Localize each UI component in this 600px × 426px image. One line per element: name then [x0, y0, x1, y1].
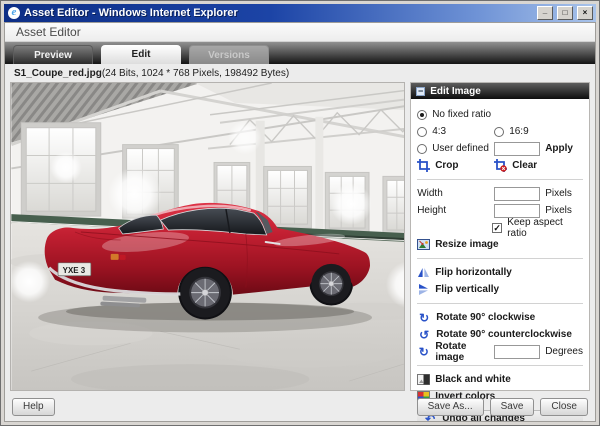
resize-image-icon [417, 238, 430, 251]
tab-versions: Versions [189, 45, 269, 64]
app-header: Asset Editor [5, 23, 595, 42]
tab-bar: Preview Edit Versions [5, 42, 595, 64]
asset-photo-illustration: YXE 3 [11, 83, 405, 390]
degrees-label: Degrees [545, 346, 583, 357]
file-info-bar: S1_Coupe_red.jpg (24 Bits, 1024 * 768 Pi… [5, 64, 595, 82]
flip-vertical-row: Flip vertically [417, 281, 583, 298]
ratio-row-user-defined: User defined Apply [417, 140, 583, 157]
asset-photo: YXE 3 [10, 82, 405, 391]
rotate-ccw-button[interactable]: ↺ Rotate 90° counterclockwise [417, 329, 572, 341]
help-button[interactable]: Help [12, 398, 55, 416]
rotate-image-icon: ↻ [417, 346, 430, 358]
file-name: S1_Coupe_red.jpg [14, 68, 102, 79]
tab-edit[interactable]: Edit [101, 45, 181, 64]
edit-image-panel: − Edit Image No fixed ratio 4:3 [410, 82, 590, 391]
ie-logo-icon: e [8, 7, 20, 19]
crop-button[interactable]: Crop [417, 159, 458, 172]
resize-image-button[interactable]: Resize image [417, 238, 498, 251]
keep-aspect-checkbox[interactable]: ✓ [492, 223, 502, 233]
file-details: (24 Bits, 1024 * 768 Pixels, 198492 Byte… [102, 68, 289, 79]
collapse-icon[interactable]: − [416, 87, 425, 96]
radio-user-defined[interactable] [417, 144, 427, 154]
flip-horizontal-icon [417, 266, 430, 279]
radio-no-fixed-ratio[interactable] [417, 110, 427, 120]
keep-aspect-row: ✓ Keep aspect ratio [417, 219, 583, 236]
height-unit-label: Pixels [545, 205, 572, 216]
maximize-button[interactable]: □ [557, 6, 573, 20]
rotate-image-row: ↻ Rotate image Degrees [417, 343, 583, 360]
divider [417, 303, 583, 304]
content-area: YXE 3 [5, 82, 595, 391]
edit-image-panel-body: No fixed ratio 4:3 16:9 User defin [411, 99, 589, 422]
rotate-cw-icon: ↻ [417, 312, 431, 324]
divider [417, 365, 583, 366]
minimize-button[interactable]: _ [537, 6, 553, 20]
flip-horizontal-row: Flip horizontally [417, 264, 583, 281]
app-window: e Asset Editor - Windows Internet Explor… [0, 0, 600, 426]
clear-button[interactable]: Clear [494, 159, 537, 172]
rear-wheel [180, 268, 230, 318]
divider [417, 179, 583, 180]
divider [417, 258, 583, 259]
window-title: Asset Editor - Windows Internet Explorer [24, 7, 533, 19]
black-white-icon [417, 373, 430, 386]
panel-title: Edit Image [430, 86, 481, 97]
radio-16-9-label[interactable]: 16:9 [509, 126, 528, 137]
close-window-button[interactable]: × [577, 6, 593, 20]
black-white-button[interactable]: Black and white [417, 373, 511, 386]
rotate-cw-row: ↻ Rotate 90° clockwise [417, 309, 583, 326]
rotate-degrees-input[interactable] [494, 345, 540, 359]
page-title: Asset Editor [16, 25, 81, 39]
width-input[interactable] [494, 187, 540, 201]
crop-row: Crop Clear [417, 157, 583, 174]
crop-icon [417, 159, 430, 172]
flip-vertical-button[interactable]: Flip vertically [417, 283, 499, 296]
save-as-button[interactable]: Save As... [417, 398, 484, 416]
radio-4-3[interactable] [417, 127, 427, 137]
rotate-cw-button[interactable]: ↻ Rotate 90° clockwise [417, 312, 535, 324]
radio-16-9[interactable] [494, 127, 504, 137]
width-row: Width Pixels [417, 185, 583, 202]
ratio-row-presets: 4:3 16:9 [417, 123, 583, 140]
titlebar[interactable]: e Asset Editor - Windows Internet Explor… [4, 4, 596, 22]
radio-4-3-label[interactable]: 4:3 [432, 126, 446, 137]
height-input[interactable] [494, 204, 540, 218]
front-wheel [311, 264, 351, 304]
black-white-row: Black and white [417, 371, 583, 388]
flip-horizontal-button[interactable]: Flip horizontally [417, 266, 512, 279]
width-label: Width [417, 188, 494, 199]
app-frame: Asset Editor Preview Edit Versions S1_Co… [4, 22, 596, 422]
radio-no-fixed-ratio-label[interactable]: No fixed ratio [432, 109, 491, 120]
tab-preview[interactable]: Preview [13, 45, 93, 64]
footer-bar: Help Save As... Save Close [5, 391, 595, 422]
radio-user-defined-label[interactable]: User defined [432, 143, 489, 154]
license-plate-text: YXE 3 [63, 266, 86, 275]
apply-button[interactable]: Apply [545, 143, 573, 154]
resize-row: Resize image [417, 236, 583, 253]
save-button[interactable]: Save [490, 398, 535, 416]
close-button[interactable]: Close [540, 398, 588, 416]
clear-crop-icon [494, 159, 507, 172]
rotate-image-button[interactable]: ↻ Rotate image [417, 341, 494, 363]
edit-image-panel-header: − Edit Image [411, 83, 589, 99]
width-unit-label: Pixels [545, 188, 572, 199]
user-defined-ratio-input[interactable] [494, 142, 540, 156]
flip-vertical-icon [417, 283, 430, 296]
rotate-ccw-icon: ↺ [417, 329, 431, 341]
height-label: Height [417, 205, 494, 216]
ratio-row-no-fixed: No fixed ratio [417, 106, 583, 123]
